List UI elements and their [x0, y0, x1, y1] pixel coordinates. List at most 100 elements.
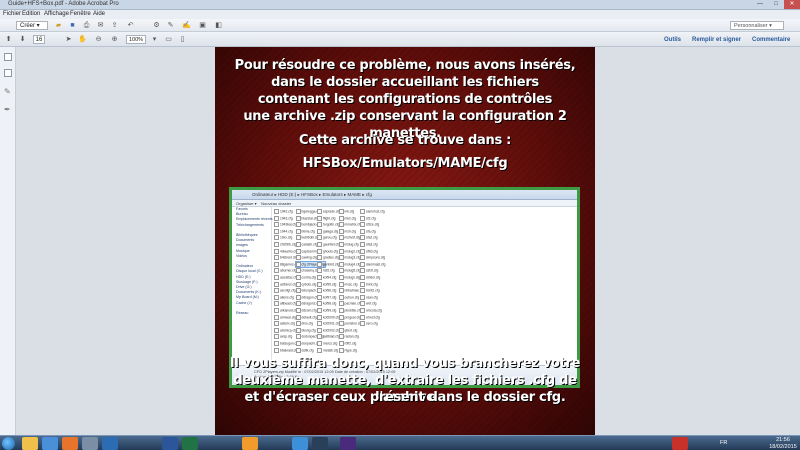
- share-icon[interactable]: ⇪: [110, 21, 119, 30]
- explorer-file-item[interactable]: gunbird.cfg: [317, 262, 339, 267]
- explorer-file-item[interactable]: strider.cfg: [360, 275, 380, 280]
- menu-fichier[interactable]: Fichier: [3, 11, 21, 17]
- explorer-file-item[interactable]: kof97.cfg: [317, 295, 336, 300]
- explorer-file-item[interactable]: cawing.cfg: [296, 255, 318, 260]
- explorer-file-item[interactable]: ffight.cfg: [317, 216, 335, 221]
- explorer-file-item[interactable]: mvsc.cfg: [339, 282, 358, 287]
- explorer-file-item[interactable]: tmnt.cfg: [360, 282, 378, 287]
- explorer-file-item[interactable]: zero.cfg: [360, 321, 378, 326]
- explorer-file-item[interactable]: sfiii3.cfg: [360, 249, 378, 254]
- explorer-file-item[interactable]: wof.cfg: [360, 301, 376, 306]
- explorer-file-item[interactable]: mk.cfg: [339, 209, 355, 214]
- explorer-file-item[interactable]: garou.cfg: [317, 235, 337, 240]
- email-icon[interactable]: ✉: [96, 21, 105, 30]
- explorer-file-item[interactable]: aerofgt.cfg: [274, 288, 296, 293]
- maximize-button[interactable]: □: [768, 0, 784, 9]
- settings-icon[interactable]: ⚙: [152, 21, 161, 30]
- fit-width-icon[interactable]: ▯: [178, 35, 187, 44]
- explorer-file-item[interactable]: mshvsf.cfg: [339, 235, 361, 240]
- explorer-file-item[interactable]: forgottn.cfg: [317, 222, 340, 227]
- signature-icon[interactable]: ✒: [4, 105, 12, 114]
- sign-icon[interactable]: ✍: [182, 21, 191, 30]
- explorer-file-item[interactable]: mslug5.cfg: [339, 268, 361, 273]
- menu-fenetre[interactable]: Fenêtre: [70, 11, 91, 17]
- zoom-dropdown-icon[interactable]: ▾: [150, 35, 159, 44]
- explorer-file-item[interactable]: kof96.cfg: [317, 288, 336, 293]
- explorer-file-item[interactable]: pbobble.cfg: [339, 308, 362, 313]
- pages-thumbnail-icon[interactable]: [4, 53, 12, 61]
- explorer-file-item[interactable]: ddragon.cfg: [296, 295, 319, 300]
- explorer-file-item[interactable]: mk2.cfg: [339, 216, 357, 221]
- explorer-file-item[interactable]: kof95.cfg: [317, 282, 336, 287]
- explorer-file-item[interactable]: punisher.cfg: [339, 321, 363, 326]
- explorer-file-item[interactable]: kof98.cfg: [317, 301, 336, 306]
- explorer-file-item[interactable]: rastan.cfg: [339, 334, 359, 339]
- explorer-file-item[interactable]: btime.cfg: [296, 229, 315, 234]
- explorer-file-item[interactable]: samsho2.cfg: [360, 209, 385, 214]
- save-icon[interactable]: ■: [68, 21, 77, 30]
- file-explorer-taskbar-icon[interactable]: [22, 437, 38, 450]
- explorer-file-item[interactable]: vsav.cfg: [360, 295, 378, 300]
- explorer-file-item[interactable]: arkanoid.cfg: [274, 308, 298, 313]
- word-taskbar-icon[interactable]: [162, 437, 178, 450]
- explorer-file-item[interactable]: avsp.cfg: [274, 334, 292, 339]
- dropbox-taskbar-icon[interactable]: [292, 437, 308, 450]
- explorer-file-item[interactable]: chasehq.cfg: [296, 268, 320, 273]
- explorer-file-item[interactable]: msh.cfg: [339, 229, 357, 234]
- zoom-select[interactable]: 100%: [126, 35, 146, 44]
- explorer-file-item[interactable]: aliens.cfg: [274, 295, 294, 300]
- explorer-file-item[interactable]: aburner.cfg: [274, 268, 297, 273]
- explorer-file-item[interactable]: default.cfg: [296, 315, 317, 320]
- explorer-file-item[interactable]: simpsons.cfg: [360, 255, 385, 260]
- explorer-file-item[interactable]: pacman.cfg: [339, 301, 362, 306]
- next-page-icon[interactable]: ⬇: [18, 35, 27, 44]
- tab-outils[interactable]: Outils: [664, 37, 681, 43]
- explorer-file-item[interactable]: asterix.cfg: [274, 321, 295, 326]
- after-effects-taskbar-icon[interactable]: [340, 437, 356, 450]
- app-taskbar-icon[interactable]: [82, 437, 98, 450]
- firefox-taskbar-icon[interactable]: [62, 437, 78, 450]
- explorer-file-item[interactable]: mslug2.cfg: [339, 249, 361, 254]
- explorer-file-item[interactable]: contra.cfg: [296, 275, 316, 280]
- start-button[interactable]: [2, 437, 15, 450]
- explorer-file-item[interactable]: armwar.cfg: [274, 315, 296, 320]
- explorer-file-item[interactable]: sf2ce.cfg: [360, 222, 379, 227]
- close-button[interactable]: ✕: [784, 0, 800, 9]
- explorer-file-item[interactable]: actfancr.cfg: [274, 282, 297, 287]
- create-button[interactable]: Créer ▾: [16, 21, 48, 30]
- explorer-file-item[interactable]: hsf2.cfg: [317, 268, 335, 273]
- menu-affichage[interactable]: Affichage: [44, 11, 69, 17]
- explorer-file-item[interactable]: 64street.cfg: [274, 255, 297, 260]
- explorer-file-item[interactable]: cadash.cfg: [296, 242, 318, 247]
- explorer-file-item[interactable]: kof2002.cfg: [317, 328, 340, 333]
- zoom-out-icon[interactable]: ⊖: [94, 35, 103, 44]
- explorer-file-item[interactable]: 19xx.cfg: [274, 235, 292, 240]
- explorer-file-item[interactable]: dkong.cfg: [296, 328, 316, 333]
- explorer-file-item[interactable]: gauntlet.cfg: [317, 242, 340, 247]
- menu-edition[interactable]: Edition: [22, 11, 40, 17]
- system-clock[interactable]: 21:56 18/02/2015: [766, 437, 800, 450]
- personalize-dropdown[interactable]: Personnaliser ▾: [730, 21, 784, 30]
- explorer-file-item[interactable]: metalb.cfg: [317, 348, 338, 353]
- hand-tool-icon[interactable]: ✋: [78, 35, 87, 44]
- explorer-file-item[interactable]: rbff2.cfg: [339, 341, 357, 346]
- tools-icon[interactable]: ◧: [214, 21, 223, 30]
- explorer-file-item[interactable]: sf2.cfg: [360, 216, 376, 221]
- explorer-file-item[interactable]: ddsom.cfg: [296, 308, 317, 313]
- page-number-input[interactable]: 16: [33, 35, 45, 44]
- explorer-file-item[interactable]: 2020bb.cfg: [274, 242, 296, 247]
- outlook-taskbar-icon[interactable]: [102, 437, 118, 450]
- explorer-file-item[interactable]: dino.cfg: [296, 321, 314, 326]
- acrobat-taskbar-icon[interactable]: [672, 437, 688, 450]
- explorer-file-item[interactable]: mslug3.cfg: [339, 255, 361, 260]
- explorer-file-item[interactable]: 4dwarrio.cfg: [274, 249, 298, 254]
- explorer-file-item[interactable]: progear.cfg: [339, 315, 362, 320]
- undo-icon[interactable]: ↶: [126, 21, 135, 30]
- explorer-file-item[interactable]: galaga.cfg: [317, 229, 338, 234]
- chrome-taskbar-icon[interactable]: [42, 437, 58, 450]
- explorer-file-item[interactable]: xmcota.cfg: [360, 308, 382, 313]
- zoom-in-icon[interactable]: ⊕: [110, 35, 119, 44]
- explorer-file-item[interactable]: qbert.cfg: [339, 328, 358, 333]
- explorer-file-item[interactable]: atomicp.cfg: [274, 328, 297, 333]
- explorer-file-item[interactable]: kof2000.cfg: [317, 315, 340, 320]
